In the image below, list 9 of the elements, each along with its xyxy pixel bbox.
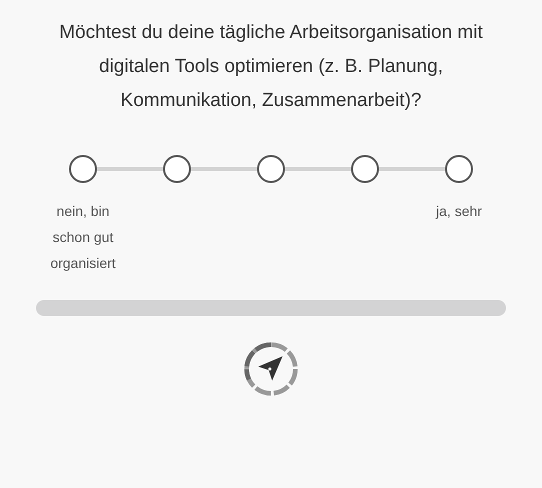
compass-icon[interactable] <box>242 340 300 398</box>
scale-option[interactable] <box>257 155 285 183</box>
scale-label: nein, bin schon gut organisiert <box>49 202 117 273</box>
scale-option[interactable] <box>351 155 379 183</box>
scale-label: ja, sehr <box>434 202 483 221</box>
scale-option[interactable] <box>69 155 97 183</box>
question-text: Möchtest du deine tägliche Arbeitsorganisation mit digitalen Tools optimieren (z. B. Planung, Kommunikation, Zusammenarbeit)? <box>58 21 484 113</box>
scale-option[interactable] <box>163 155 191 183</box>
scale-option[interactable] <box>445 155 473 183</box>
